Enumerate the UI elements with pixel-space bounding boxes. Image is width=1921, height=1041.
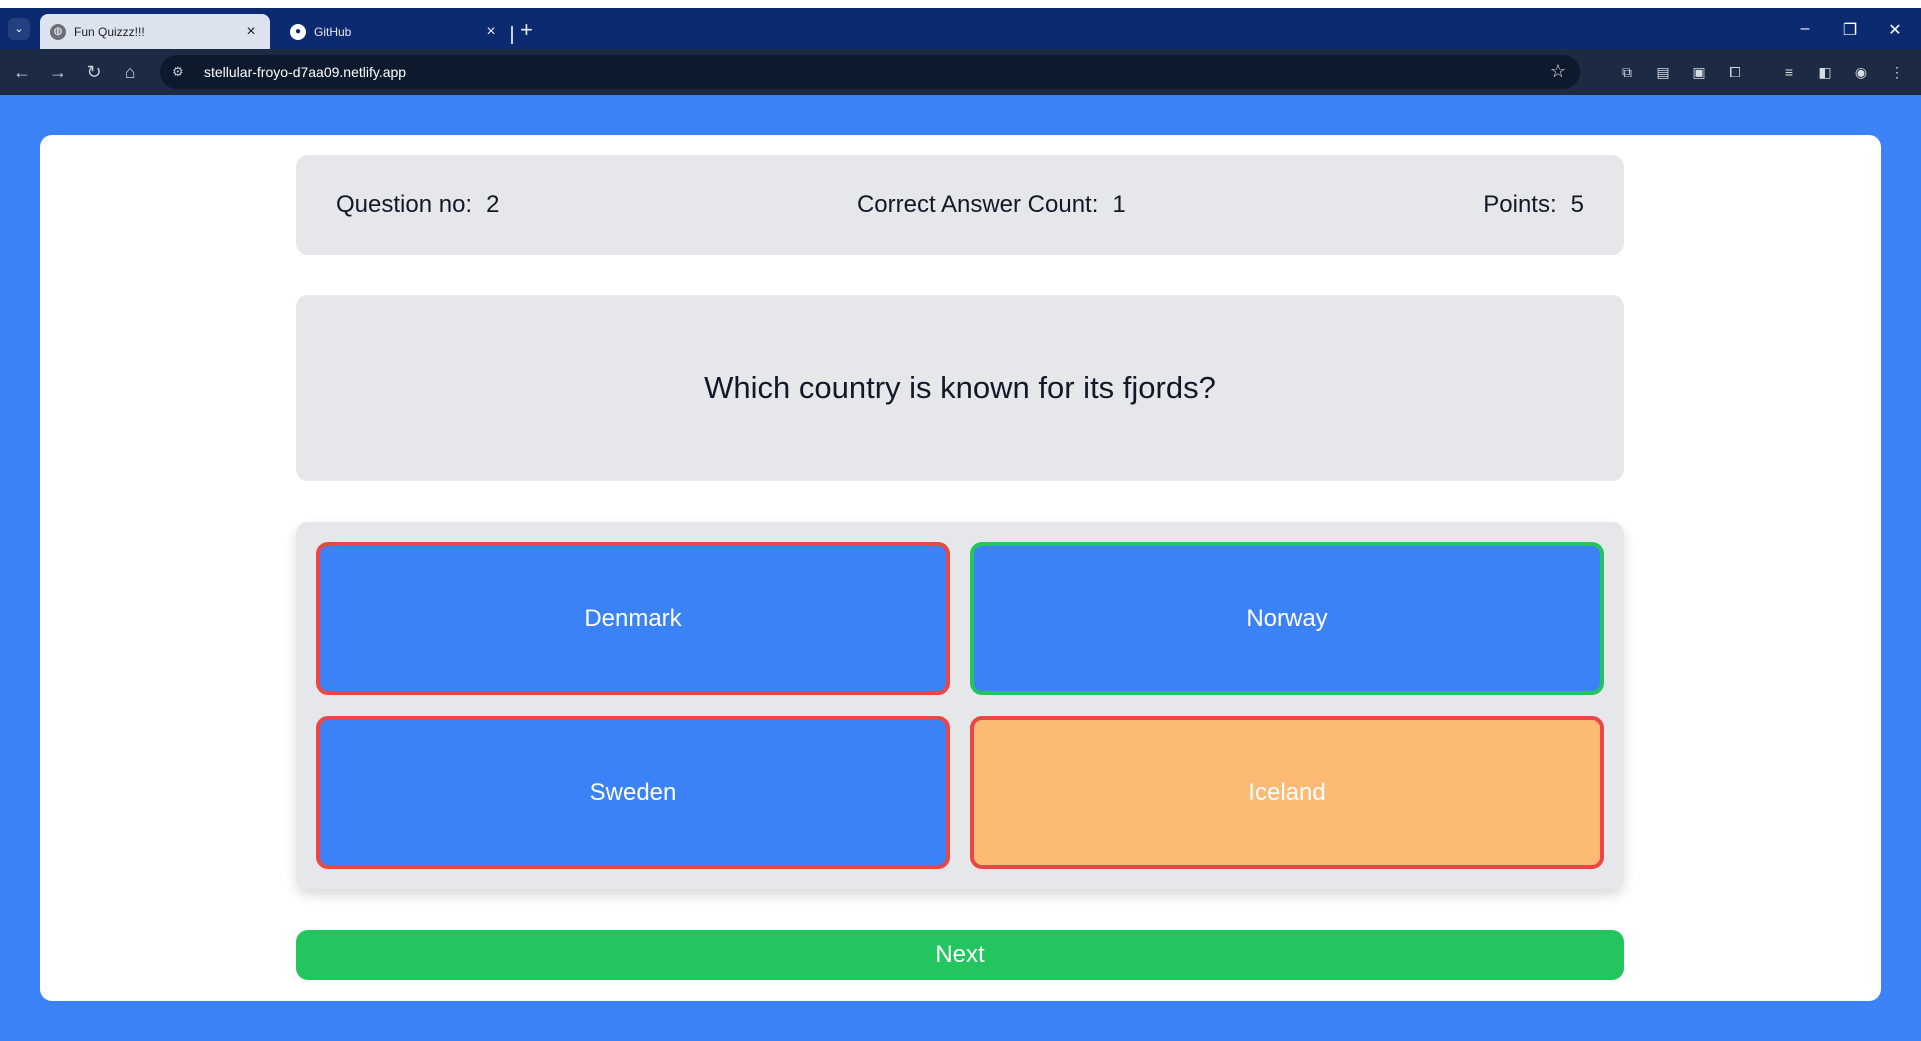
bookmark-star-icon[interactable]: ☆ <box>1550 61 1566 82</box>
quiz-card: Question no: 2 Correct Answer Count: 1 Poi… <box>40 135 1881 1001</box>
browser-tab-bar: ⌄ ◍ Fun Quizzz!!! × ● GitHub × + – ❐ ✕ <box>0 0 1921 49</box>
correct-count-label: Correct Answer Count: <box>856 191 1099 218</box>
restore-button[interactable]: ❐ <box>1830 20 1870 40</box>
forward-icon[interactable]: → <box>46 61 70 83</box>
tab-github[interactable]: ● GitHub × <box>280 14 510 49</box>
correct-count-value: 1 <box>1112 191 1126 218</box>
url-text: stellular-froyo-d7aa09.netlify.app <box>204 64 407 80</box>
correct-count-stat: Correct Answer Count: 1 <box>857 191 1126 219</box>
points-label: Points: <box>1483 191 1557 218</box>
site-info-icon[interactable]: ⚙ <box>172 64 192 80</box>
tab-fun-quizzz[interactable]: ◍ Fun Quizzz!!! × <box>40 14 270 49</box>
tab-close-icon[interactable]: × <box>482 23 500 41</box>
puzzle-icon[interactable]: ⧠ <box>1724 61 1746 83</box>
question-panel: Which country is known for its fjords? <box>296 295 1624 481</box>
menu-icon[interactable]: ⋮ <box>1886 61 1908 83</box>
option-button-denmark[interactable]: Denmark <box>316 542 950 695</box>
tab-title: GitHub <box>314 24 352 39</box>
question-number-value: 2 <box>486 191 500 218</box>
page-background: Question no: 2 Correct Answer Count: 1 Poi… <box>0 95 1921 1041</box>
question-text: Which country is known for its fjords? <box>704 370 1216 405</box>
tab-search-icon[interactable]: ⌄ <box>8 18 30 40</box>
close-window-button[interactable]: ✕ <box>1875 20 1915 40</box>
next-button[interactable]: Next <box>296 930 1624 980</box>
option-button-sweden[interactable]: Sweden <box>316 716 950 869</box>
reload-icon[interactable]: ↻ <box>82 61 106 83</box>
reading-list-icon[interactable]: ≡ <box>1778 61 1800 83</box>
extension-icon[interactable]: ▤ <box>1652 61 1674 83</box>
globe-icon: ◍ <box>50 23 66 40</box>
question-number-label: Question no: <box>336 191 473 218</box>
address-bar[interactable]: ⚙ stellular-froyo-d7aa09.netlify.app ☆ <box>160 55 1580 89</box>
translate-icon[interactable]: ⧉ <box>1616 61 1638 83</box>
tab-divider <box>511 26 513 44</box>
github-icon: ● <box>290 23 306 40</box>
tab-title: Fun Quizzz!!! <box>74 24 145 39</box>
media-icon[interactable]: ▣ <box>1688 61 1710 83</box>
home-icon[interactable]: ⌂ <box>118 61 142 83</box>
new-tab-button[interactable]: + <box>520 18 533 42</box>
profile-avatar[interactable]: ◉ <box>1850 61 1872 83</box>
minimize-button[interactable]: – <box>1785 20 1825 38</box>
side-panel-icon[interactable]: ◧ <box>1814 61 1836 83</box>
points-stat: Points: 5 <box>1483 191 1584 219</box>
option-button-norway[interactable]: Norway <box>970 542 1604 695</box>
tab-close-icon[interactable]: × <box>242 23 260 41</box>
question-number-stat: Question no: 2 <box>336 191 499 219</box>
browser-toolbar: ← → ↻ ⌂ ⚙ stellular-froyo-d7aa09.netlify… <box>0 49 1921 95</box>
option-button-iceland[interactable]: Iceland <box>970 716 1604 869</box>
options-panel: Denmark Norway Sweden Iceland <box>296 522 1624 889</box>
back-icon[interactable]: ← <box>10 61 34 83</box>
stats-bar: Question no: 2 Correct Answer Count: 1 Poi… <box>296 155 1624 255</box>
points-value: 5 <box>1570 191 1584 218</box>
